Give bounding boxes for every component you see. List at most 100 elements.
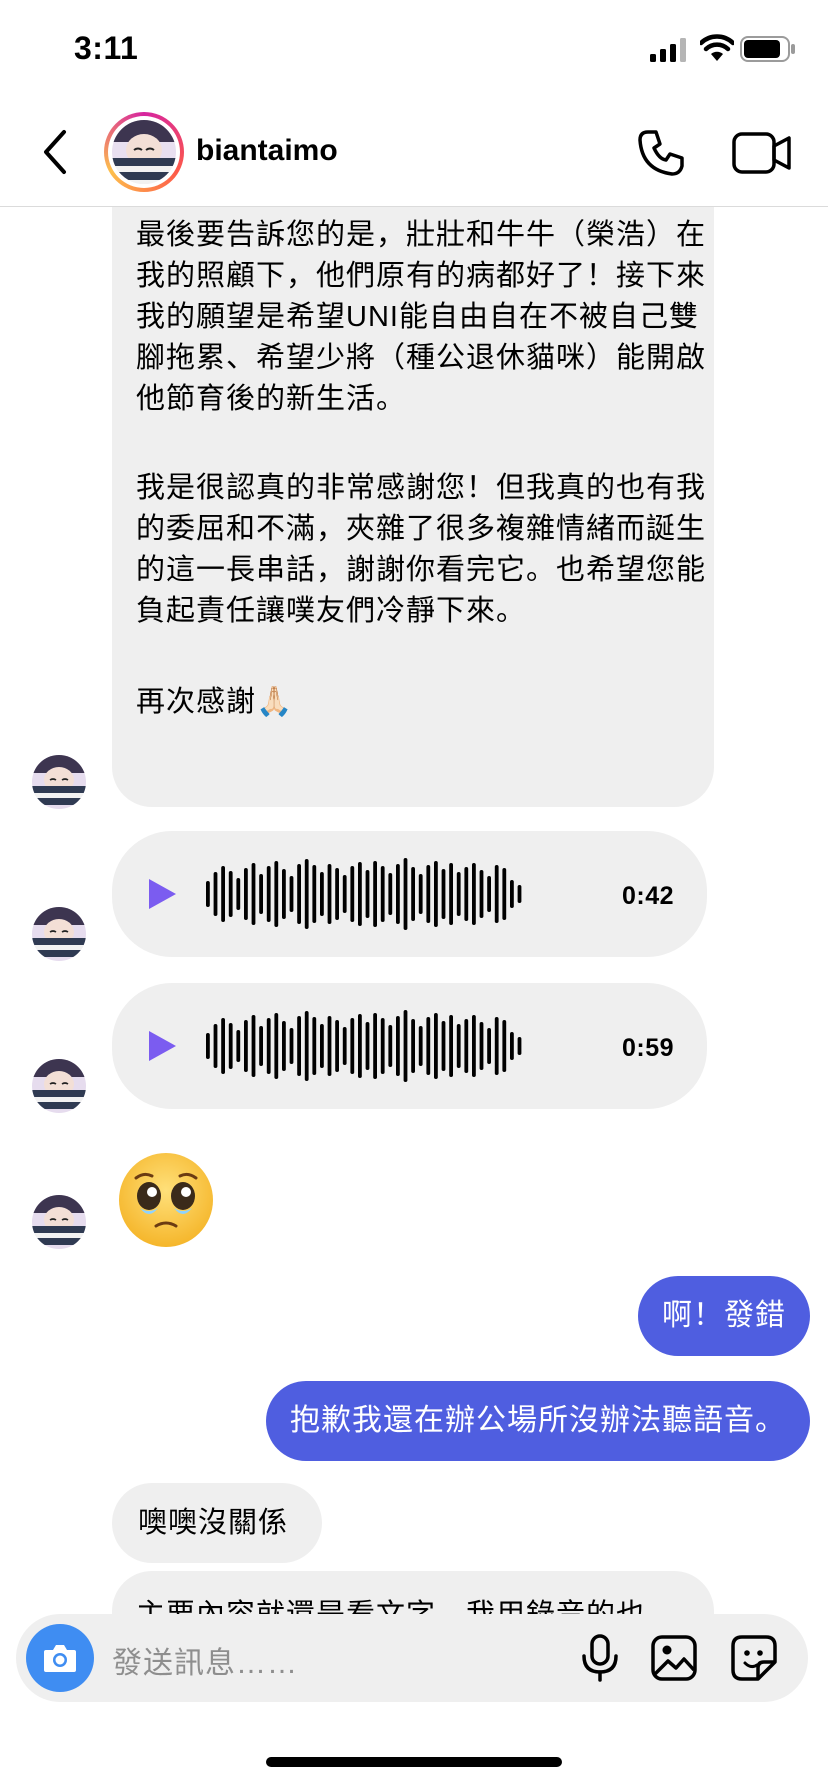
waveform-bar bbox=[244, 1020, 248, 1072]
cellular-signal-icon bbox=[650, 38, 686, 62]
battery-icon bbox=[740, 36, 795, 62]
waveform-bar bbox=[365, 870, 370, 918]
waveform-bar bbox=[221, 866, 225, 922]
waveform-bar bbox=[380, 1018, 385, 1074]
waveform-bar bbox=[456, 1024, 461, 1068]
waveform-bar bbox=[411, 1019, 415, 1073]
waveform-bar bbox=[342, 875, 347, 913]
waveform-bar bbox=[213, 1024, 218, 1068]
waveform-bar bbox=[388, 1025, 393, 1067]
phone-icon[interactable] bbox=[636, 128, 686, 178]
message-thread[interactable]: 最後要告訴您的是，壯壯和牛牛（榮浩）在我的照顧下，他們原有的病都好了！接下來我的… bbox=[0, 207, 828, 1614]
waveform-bar bbox=[510, 1032, 514, 1060]
waveform-bar bbox=[312, 1017, 317, 1075]
waveform-bar bbox=[464, 867, 469, 921]
waveform-bar bbox=[259, 1026, 263, 1066]
received-message-long[interactable]: 最後要告訴您的是，壯壯和牛牛（榮浩）在我的照顧下，他們原有的病都好了！接下來我的… bbox=[112, 207, 714, 807]
status-bar: 3:11 bbox=[0, 0, 828, 100]
waveform-bar bbox=[479, 1022, 484, 1070]
waveform-bar bbox=[251, 1015, 256, 1077]
message-paragraph: 最後要告訴您的是，壯壯和牛牛（榮浩）在我的照顧下，他們原有的病都好了！接下來我的… bbox=[136, 219, 707, 415]
waveform-bar bbox=[403, 1010, 408, 1082]
waveform-bar bbox=[456, 872, 461, 916]
back-chevron-icon[interactable] bbox=[40, 128, 70, 176]
sender-avatar bbox=[32, 755, 86, 809]
voice-waveform bbox=[206, 1010, 522, 1082]
waveform-bar bbox=[282, 1021, 286, 1071]
waveform-bar bbox=[441, 869, 446, 919]
waveform-bar bbox=[335, 1020, 339, 1072]
sender-avatar bbox=[32, 1195, 86, 1249]
waveform-bar bbox=[350, 866, 355, 922]
received-message[interactable]: 噢噢沒關係 bbox=[112, 1483, 322, 1563]
waveform-bar bbox=[449, 1015, 453, 1077]
waveform-bar bbox=[388, 873, 393, 915]
voice-message[interactable]: 0:42 bbox=[112, 831, 707, 957]
contact-username[interactable]: biantaimo bbox=[196, 134, 338, 168]
waveform-bar bbox=[396, 1016, 400, 1076]
pleading-face-emoji[interactable] bbox=[116, 1150, 216, 1250]
sender-avatar bbox=[32, 1059, 86, 1113]
voice-waveform bbox=[206, 858, 522, 930]
received-message[interactable]: 主要內容就還是看文字，我用錄音的也 bbox=[112, 1571, 714, 1614]
waveform-bar bbox=[502, 1020, 507, 1072]
waveform-bar bbox=[494, 1017, 499, 1075]
home-indicator[interactable] bbox=[266, 1757, 562, 1767]
waveform-bar bbox=[327, 864, 332, 924]
waveform-bar bbox=[350, 1018, 355, 1074]
camera-button[interactable] bbox=[26, 1624, 94, 1692]
sent-message[interactable]: 啊！發錯 bbox=[638, 1276, 810, 1356]
waveform-bar bbox=[251, 863, 256, 925]
waveform-bar bbox=[320, 1024, 324, 1068]
waveform-bar bbox=[335, 868, 339, 920]
waveform-bar bbox=[327, 1016, 332, 1076]
waveform-bar bbox=[244, 868, 248, 920]
waveform-bar bbox=[342, 1027, 347, 1065]
waveform-bar bbox=[434, 1013, 438, 1079]
waveform-bar bbox=[259, 874, 263, 914]
waveform-bar bbox=[289, 1028, 294, 1064]
waveform-bar bbox=[411, 867, 415, 921]
microphone-icon[interactable] bbox=[578, 1634, 622, 1682]
waveform-bar bbox=[426, 865, 431, 923]
waveform-bar bbox=[236, 1030, 241, 1062]
waveform-bar bbox=[221, 1018, 225, 1074]
video-camera-icon[interactable] bbox=[732, 130, 792, 176]
sent-message[interactable]: 抱歉我還在辦公場所沒辦法聽語音。 bbox=[266, 1381, 810, 1461]
waveform-bar bbox=[358, 862, 362, 926]
waveform-bar bbox=[365, 1022, 370, 1070]
waveform-bar bbox=[236, 878, 241, 910]
waveform-bar bbox=[274, 861, 279, 927]
sticker-icon[interactable] bbox=[730, 1634, 778, 1682]
waveform-bar bbox=[304, 859, 309, 929]
waveform-bar bbox=[304, 1011, 309, 1081]
waveform-bar bbox=[449, 863, 453, 925]
play-icon[interactable] bbox=[146, 877, 178, 911]
waveform-bar bbox=[487, 876, 491, 912]
waveform-bar bbox=[297, 1016, 301, 1076]
waveform-bar bbox=[426, 1017, 431, 1075]
waveform-bar bbox=[213, 872, 218, 916]
message-text: 主要內容就還是看文字，我用錄音的也 bbox=[136, 1595, 646, 1614]
voice-message[interactable]: 0:59 bbox=[112, 983, 707, 1109]
gallery-icon[interactable] bbox=[650, 1634, 698, 1682]
contact-avatar[interactable] bbox=[104, 112, 184, 192]
play-icon[interactable] bbox=[146, 1029, 178, 1063]
sender-avatar bbox=[32, 907, 86, 961]
waveform-bar bbox=[472, 1015, 476, 1077]
message-composer[interactable]: 發送訊息…… bbox=[16, 1614, 808, 1702]
message-input[interactable]: 發送訊息…… bbox=[112, 1638, 298, 1682]
waveform-bar bbox=[373, 861, 377, 927]
message-paragraph: 再次感謝🙏🏻 bbox=[136, 686, 294, 718]
waveform-bar bbox=[289, 876, 294, 912]
waveform-bar bbox=[487, 1028, 491, 1064]
waveform-bar bbox=[228, 1023, 233, 1069]
waveform-bar bbox=[464, 1019, 469, 1073]
voice-duration: 0:42 bbox=[622, 882, 675, 910]
waveform-bar bbox=[517, 885, 522, 903]
waveform-bar bbox=[358, 1014, 362, 1078]
waveform-bar bbox=[434, 861, 438, 927]
waveform-bar bbox=[373, 1013, 377, 1079]
waveform-bar bbox=[479, 870, 484, 918]
waveform-bar bbox=[380, 866, 385, 922]
